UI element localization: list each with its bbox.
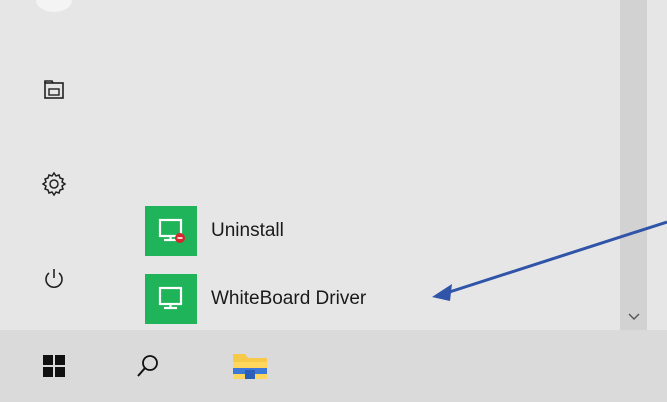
- power-button[interactable]: [22, 255, 86, 303]
- start-menu: Uninstall WhiteBoard Driver: [0, 0, 667, 330]
- folder-icon: [44, 80, 64, 99]
- app-tile: [145, 206, 197, 256]
- documents-button[interactable]: [22, 66, 86, 114]
- file-explorer-icon: [233, 354, 267, 379]
- app-whiteboard-icon: [158, 286, 183, 310]
- screen: Uninstall WhiteBoard Driver: [0, 0, 667, 402]
- app-label: WhiteBoard Driver: [211, 288, 367, 309]
- windows-logo-icon: [43, 355, 65, 377]
- app-item-uninstall[interactable]: Uninstall: [145, 204, 585, 258]
- start-left-rail: [0, 0, 120, 330]
- gear-icon: [41, 171, 67, 197]
- app-uninstall-icon: [158, 218, 185, 243]
- menu-edge: [647, 0, 667, 330]
- file-explorer-button[interactable]: [218, 330, 282, 402]
- taskbar: [0, 330, 667, 402]
- app-tile: [145, 274, 197, 324]
- app-item-whiteboard-driver[interactable]: WhiteBoard Driver: [145, 272, 585, 326]
- scrollbar[interactable]: [620, 0, 647, 330]
- app-label: Uninstall: [211, 220, 284, 241]
- search-icon: [137, 355, 158, 377]
- settings-button[interactable]: [22, 160, 86, 208]
- scroll-down-button[interactable]: [620, 306, 647, 328]
- power-icon: [45, 269, 63, 288]
- search-button[interactable]: [116, 330, 180, 402]
- user-avatar-partial[interactable]: [36, 0, 72, 12]
- chevron-down-icon: [628, 313, 639, 320]
- start-button[interactable]: [22, 330, 86, 402]
